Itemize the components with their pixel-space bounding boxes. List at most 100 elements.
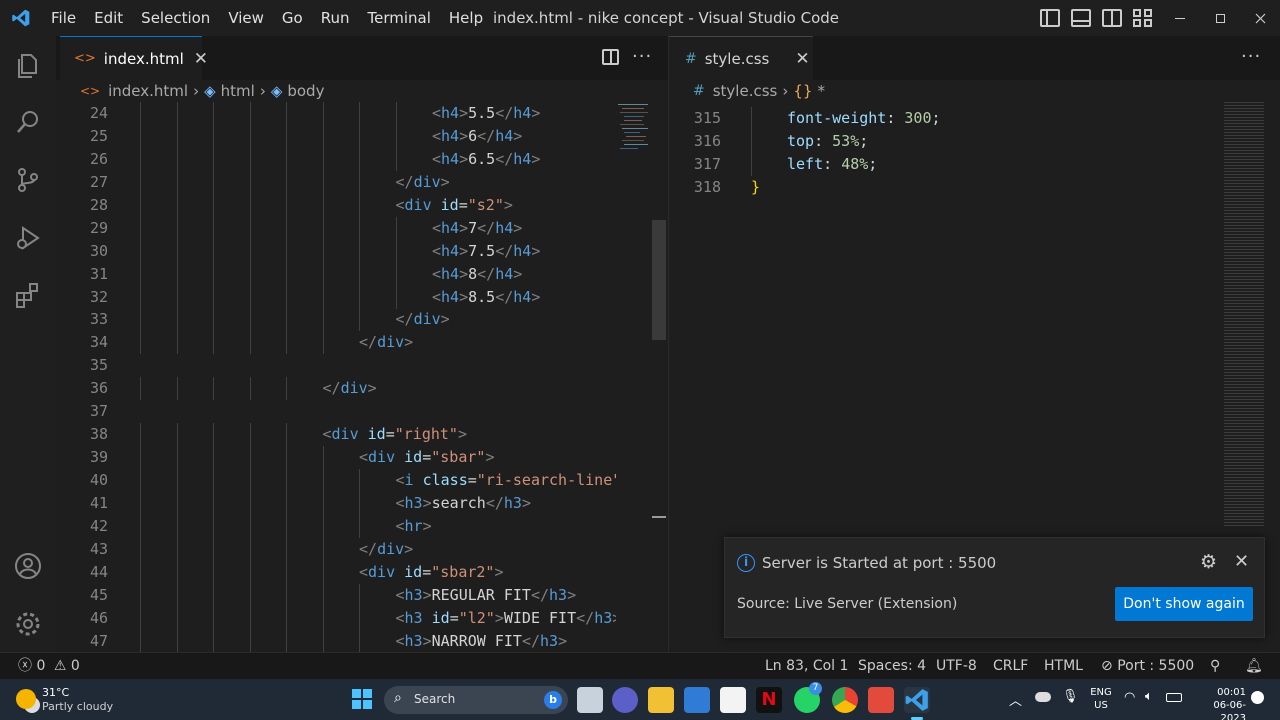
- left-minimap[interactable]: [614, 102, 652, 212]
- language-mode[interactable]: HTML: [1044, 653, 1083, 680]
- breadcrumb-body[interactable]: body: [287, 82, 324, 100]
- code-line[interactable]: 40 <i class="ri-search-line"></i>: [56, 469, 616, 492]
- menu-edit[interactable]: Edit: [85, 0, 132, 36]
- menu-selection[interactable]: Selection: [132, 0, 219, 36]
- extensions-icon[interactable]: [12, 279, 44, 311]
- live-server-port[interactable]: ⊘ Port : 5500: [1101, 653, 1194, 680]
- code-line[interactable]: 29 <h4>7</h4>: [56, 216, 616, 240]
- code-line[interactable]: 43 </div>: [56, 537, 616, 561]
- explorer-icon[interactable]: [12, 50, 44, 82]
- dont-show-again-button[interactable]: Don't show again: [1115, 587, 1253, 621]
- code-line[interactable]: 35: [56, 354, 616, 377]
- code-line[interactable]: 316 top: 53%;: [669, 129, 1209, 153]
- cursor-position[interactable]: Ln 83, Col 1: [765, 653, 848, 680]
- code-line[interactable]: 318}: [669, 176, 1209, 199]
- gear-icon[interactable]: ⚙: [1200, 551, 1217, 573]
- menu-help[interactable]: Help: [440, 0, 492, 36]
- code-line[interactable]: 31 <h4>8</h4>: [56, 262, 616, 286]
- breadcrumb-file[interactable]: index.html: [108, 82, 188, 100]
- code-line[interactable]: 24 <h4>5.5</h4>: [56, 102, 616, 125]
- code-line[interactable]: 45 <h3>REGULAR FIT</h3>: [56, 583, 616, 607]
- menu-view[interactable]: View: [219, 0, 273, 36]
- code-line[interactable]: 42 <hr>: [56, 514, 616, 538]
- encoding[interactable]: UTF-8: [936, 653, 977, 680]
- accounts-icon[interactable]: [12, 550, 44, 582]
- toggle-panel-icon[interactable]: [1071, 9, 1091, 27]
- close-window-button[interactable]: [1240, 0, 1280, 36]
- weather-widget[interactable]: 31°C Partly cloudy: [14, 685, 134, 715]
- more-actions-icon[interactable]: ···: [1241, 46, 1261, 67]
- input-language[interactable]: ENG US: [1090, 686, 1112, 712]
- notepad-icon[interactable]: [720, 687, 746, 713]
- microsoft-store-icon[interactable]: [684, 687, 710, 713]
- microphone-icon[interactable]: 🎙︎: [1062, 689, 1079, 704]
- code-line[interactable]: 44 <div id="sbar2">: [56, 560, 616, 584]
- onedrive-icon[interactable]: [1035, 692, 1051, 702]
- code-line[interactable]: 41 <h3>search</h3>: [56, 491, 616, 515]
- code-line[interactable]: 33 </div>: [56, 308, 616, 332]
- split-editor-icon[interactable]: [602, 49, 619, 65]
- indentation[interactable]: Spaces: 4: [858, 653, 926, 680]
- breadcrumb-html[interactable]: html: [221, 82, 255, 100]
- vscode-taskbar-icon[interactable]: [904, 687, 930, 720]
- manage-gear-icon[interactable]: [12, 608, 44, 640]
- customize-layout-icon[interactable]: [1133, 9, 1153, 27]
- code-line[interactable]: 32 <h4>8.5</h4>: [56, 285, 616, 309]
- close-icon[interactable]: ✕: [1234, 551, 1249, 572]
- camera-app-icon[interactable]: [868, 687, 894, 713]
- netflix-icon[interactable]: N: [756, 687, 782, 713]
- tab-style-css[interactable]: # style.css ✕: [669, 36, 813, 80]
- taskbar-search[interactable]: ⌕ Search b: [384, 686, 568, 714]
- code-line[interactable]: 37: [56, 400, 616, 423]
- whatsapp-icon[interactable]: 7: [794, 682, 822, 713]
- breadcrumb-selector[interactable]: *: [817, 82, 825, 100]
- run-debug-icon[interactable]: [12, 222, 44, 254]
- chevron-up-icon[interactable]: ︿: [1009, 690, 1022, 709]
- clock[interactable]: 00:01 06-06-2023: [1196, 686, 1246, 720]
- toggle-primary-sidebar-icon[interactable]: [1040, 9, 1060, 27]
- menu-terminal[interactable]: Terminal: [359, 0, 440, 36]
- close-tab-icon[interactable]: ✕: [795, 49, 809, 69]
- problems-indicator[interactable]: ⓧ 0 ⚠ 0: [18, 653, 80, 680]
- bell-icon[interactable]: 🔔︎: [1245, 653, 1263, 680]
- menu-go[interactable]: Go: [273, 0, 312, 36]
- wifi-icon[interactable]: ◠: [1124, 690, 1135, 705]
- task-view-icon[interactable]: [577, 687, 603, 713]
- code-line[interactable]: 34 </div>: [56, 331, 616, 355]
- code-line[interactable]: 46<h3 id="l2">WIDE FIT</h3>: [56, 606, 616, 630]
- feedback-icon[interactable]: ⚲: [1210, 653, 1220, 680]
- close-tab-icon[interactable]: ✕: [194, 49, 208, 69]
- code-line[interactable]: 317 left: 48%;: [669, 152, 1209, 176]
- code-line[interactable]: 36 </div>: [56, 377, 616, 401]
- left-code-area[interactable]: 24 <h4>5.5</h4> 25 <h4>6</h4> 26 <h4>6.5</h4>…: [56, 102, 616, 652]
- breadcrumb-file[interactable]: style.css: [713, 82, 778, 100]
- code-line[interactable]: 25 <h4>6</h4>: [56, 124, 616, 148]
- left-scrollbar-thumb[interactable]: [652, 220, 666, 340]
- code-line[interactable]: 315 font-weight: 300;: [669, 107, 1209, 130]
- more-actions-icon[interactable]: ···: [632, 46, 652, 67]
- code-line[interactable]: 26 <h4>6.5</h4>: [56, 147, 616, 171]
- tab-index-html[interactable]: <> index.html ✕: [60, 36, 208, 80]
- right-minimap[interactable]: [1224, 102, 1264, 527]
- code-line[interactable]: 38 <div id="right">: [56, 423, 616, 447]
- code-line[interactable]: 39 <div id="sbar">: [56, 446, 616, 470]
- menu-file[interactable]: File: [42, 0, 85, 36]
- minimize-button[interactable]: [1160, 0, 1200, 36]
- code-line[interactable]: 27 </div>: [56, 170, 616, 194]
- chrome-icon[interactable]: [832, 687, 858, 713]
- volume-icon[interactable]: 🔈︎: [1145, 689, 1153, 704]
- code-line[interactable]: 28 <div id="s2">: [56, 193, 616, 217]
- toggle-secondary-sidebar-icon[interactable]: [1102, 9, 1122, 27]
- right-code-area[interactable]: 315 font-weight: 300; 316 top: 53%; 317 left:…: [669, 107, 1209, 207]
- source-control-icon[interactable]: [12, 164, 44, 196]
- battery-icon[interactable]: [1166, 693, 1182, 702]
- search-icon[interactable]: [12, 106, 44, 138]
- code-line[interactable]: 30 <h4>7.5</h4>: [56, 239, 616, 263]
- teams-chat-icon[interactable]: [612, 687, 638, 713]
- maximize-button[interactable]: [1200, 0, 1240, 36]
- end-of-line[interactable]: CRLF: [993, 653, 1028, 680]
- menu-run[interactable]: Run: [312, 0, 359, 36]
- notification-center-icon[interactable]: [1251, 691, 1264, 704]
- code-line[interactable]: 47 <h3>NARROW FIT</h3>: [56, 629, 616, 652]
- file-explorer-icon[interactable]: [648, 687, 674, 713]
